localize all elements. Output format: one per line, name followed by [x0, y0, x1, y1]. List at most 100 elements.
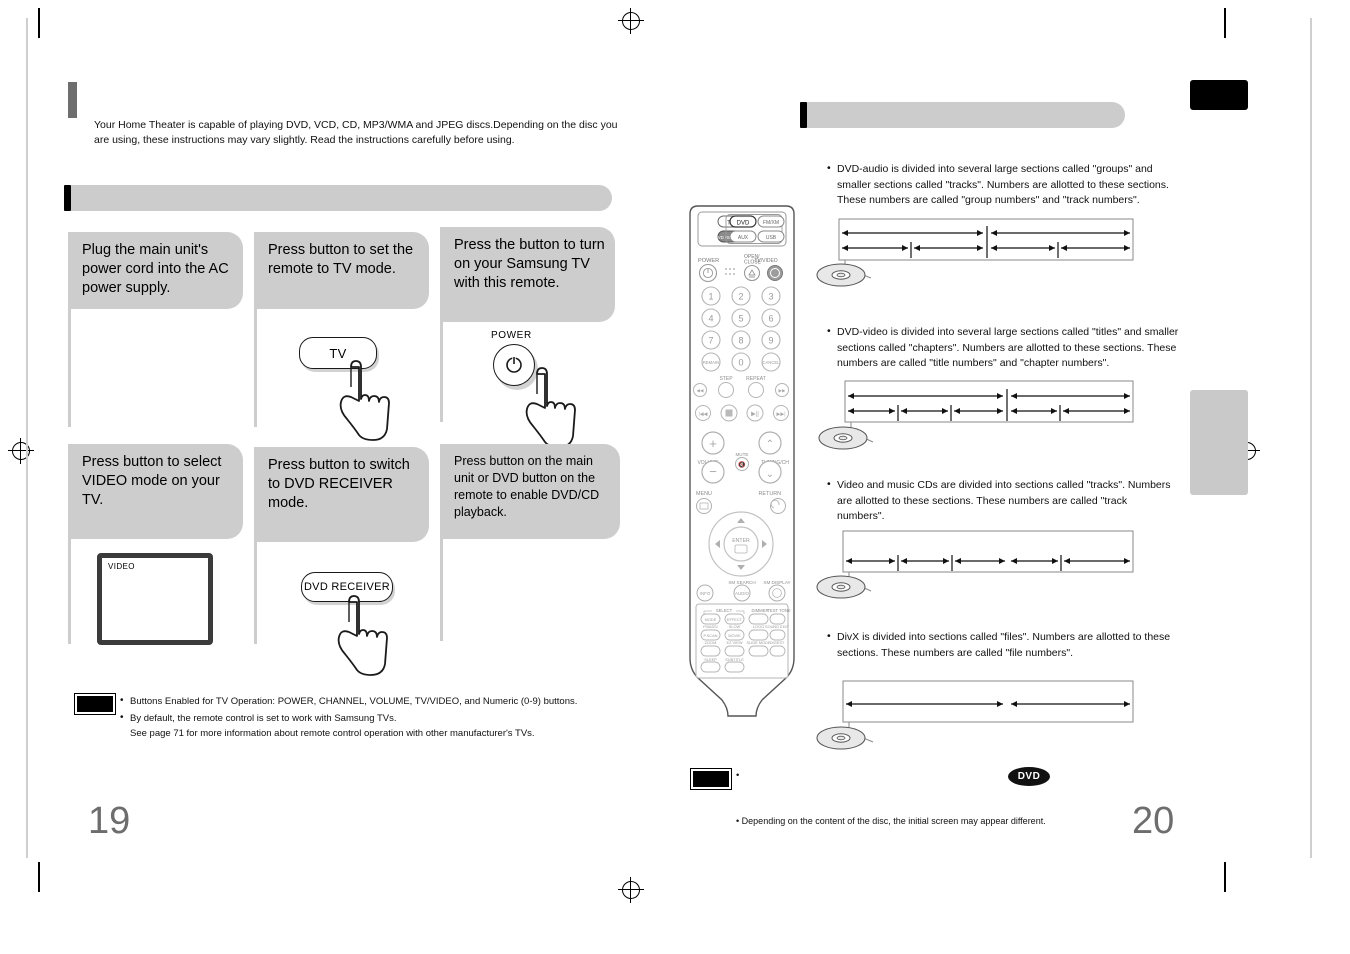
svg-text:XM DISPLAY: XM DISPLAY [763, 580, 790, 585]
left-header-label [71, 185, 612, 191]
thumb-tab-black [1190, 80, 1248, 110]
right-bullet-dvd-video-text: DVD-video is divided into several large … [826, 324, 1186, 372]
left-page-number: 19 [88, 800, 131, 842]
step-5-illustration: DVD RECEIVER [254, 542, 429, 676]
right-section-header [800, 102, 1125, 128]
svg-text:8: 8 [738, 336, 743, 346]
right-footnote-text: Depending on the content of the disc, th… [741, 816, 1046, 826]
svg-text:−: − [709, 464, 717, 479]
diagram-dvd-audio-svg [816, 218, 1134, 287]
svg-text:SELECT: SELECT [716, 608, 733, 613]
right-note-badge [690, 768, 732, 790]
page-edge-left [26, 18, 28, 858]
svg-text:⌄: ⌄ [766, 469, 774, 480]
svg-text:🔇: 🔇 [738, 460, 746, 468]
registration-mark-left [8, 438, 34, 464]
step-5-text: Press button to switch to DVD RECEIVER m… [254, 447, 429, 542]
svg-text:POWER: POWER [698, 258, 719, 264]
svg-text:DIGEST: DIGEST [770, 640, 785, 645]
step-1-text: Plug the main unit's power cord into the… [68, 232, 243, 309]
right-bullet-dvd-audio: DVD-audio is divided into several large … [826, 161, 1176, 209]
svg-text:INFO: INFO [700, 591, 711, 596]
intro-paragraph: Your Home Theater is capable of playing … [94, 119, 618, 146]
step-5: Press button to switch to DVD RECEIVER m… [254, 447, 429, 676]
svg-text:7: 7 [708, 336, 713, 346]
left-note-item-1: Buttons Enabled for TV Operation: POWER,… [120, 693, 620, 709]
svg-text:▶||: ▶|| [751, 412, 759, 418]
dvd-chip-label: DVD [1017, 771, 1041, 782]
right-footnote-bullet: • [736, 816, 740, 826]
svg-text:MUTE: MUTE [735, 452, 748, 457]
right-footnote: • Depending on the content of the disc, … [736, 816, 1046, 826]
svg-text:SLOW: SLOW [729, 624, 741, 629]
svg-text:3: 3 [768, 292, 773, 302]
remote-control-illustration: TV DVD RECEIVER DVD FM/XM AUX USB POWER … [682, 200, 802, 730]
svg-text:0: 0 [738, 358, 743, 368]
left-header-accent [64, 185, 71, 211]
step-2-illustration: TV [254, 309, 429, 441]
right-bullet-cd-text: Video and music CDs are divided into sec… [826, 477, 1176, 525]
thumb-tab-gray [1190, 390, 1248, 495]
svg-text:MODE: MODE [705, 617, 717, 622]
step-2: Press button to set the remote to TV mod… [254, 232, 429, 441]
hand-cursor-icon [525, 367, 576, 448]
step-4-text: Press button to select VIDEO mode on you… [68, 444, 243, 539]
svg-text:9: 9 [768, 336, 773, 346]
step-6: Press button on the main unit or DVD but… [440, 444, 620, 641]
svg-text:|◀◀: |◀◀ [699, 411, 708, 417]
crop-mark-br-v [1224, 862, 1226, 892]
diagram-dvd-video [815, 380, 1135, 452]
right-header-label [807, 102, 1125, 108]
svg-text:SLEEP: SLEEP [704, 657, 717, 662]
step-3-illustration: POWER [440, 322, 615, 448]
right-note-bullet-glyph: • [736, 770, 740, 781]
svg-text:EFFECT: EFFECT [727, 617, 743, 622]
svg-text:EZ VIEW: EZ VIEW [727, 640, 743, 645]
svg-text:MENU: MENU [696, 491, 712, 497]
svg-text:P.BASS/: P.BASS/ [703, 624, 719, 629]
svg-text:6: 6 [768, 314, 773, 324]
svg-text:CANCEL: CANCEL [763, 360, 781, 365]
svg-text:ENTER: ENTER [732, 538, 750, 544]
svg-text:REPEAT: REPEAT [746, 376, 766, 382]
svg-text:MOVIE: MOVIE [728, 633, 741, 638]
right-page-number: 20 [1132, 800, 1175, 842]
svg-text:SOUND EDIT: SOUND EDIT [765, 624, 790, 629]
remote-control-svg: TV DVD RECEIVER DVD FM/XM AUX USB POWER … [689, 205, 795, 717]
tv-video-mode-label: VIDEO [108, 562, 135, 571]
right-header-bar [807, 102, 1125, 128]
svg-text:⌃: ⌃ [766, 439, 774, 450]
svg-text:▶▶|: ▶▶| [777, 411, 786, 417]
diagram-divx-svg [816, 680, 1134, 750]
tv-screen-illustration: VIDEO [97, 553, 213, 645]
svg-text:P.SCAN: P.SCAN [704, 633, 718, 638]
manual-spread: Your Home Theater is capable of playing … [0, 0, 1350, 954]
svg-text:REMAIN: REMAIN [703, 360, 719, 365]
svg-text:2: 2 [738, 292, 743, 302]
svg-text:TV/VIDEO: TV/VIDEO [754, 258, 777, 264]
left-note-list: Buttons Enabled for TV Operation: POWER,… [120, 693, 620, 741]
step-1: Plug the main unit's power cord into the… [68, 232, 243, 427]
left-note-item-2: By default, the remote control is set to… [120, 710, 620, 726]
svg-text:5: 5 [738, 314, 743, 324]
svg-text:TEST TONE: TEST TONE [767, 608, 790, 613]
registration-mark-top [618, 8, 644, 34]
svg-text:DIMMER: DIMMER [752, 608, 769, 613]
crop-mark-tl-v [38, 8, 40, 38]
svg-text:FM/XM: FM/XM [763, 220, 779, 226]
step-4: Press button to select VIDEO mode on you… [68, 444, 243, 645]
svg-text:SUBTITLE: SUBTITLE [725, 657, 744, 662]
right-bullet-dvd-video: DVD-video is divided into several large … [826, 324, 1186, 372]
intro-accent-bar [68, 82, 77, 118]
svg-text:LOGO: LOGO [753, 624, 764, 629]
step-2-text: Press button to set the remote to TV mod… [254, 232, 429, 309]
crop-mark-bl-v [38, 862, 40, 892]
left-header-bar [71, 185, 612, 211]
registration-mark-bottom [618, 877, 644, 903]
svg-text:RETURN: RETURN [759, 491, 782, 497]
svg-text:▶▶: ▶▶ [779, 388, 786, 393]
svg-text:USB: USB [766, 235, 777, 241]
diagram-dvd-video-svg [818, 380, 1134, 450]
step-3: Press the button to turn on your Samsung… [440, 227, 615, 448]
right-bullet-cd: Video and music CDs are divided into sec… [826, 477, 1176, 525]
